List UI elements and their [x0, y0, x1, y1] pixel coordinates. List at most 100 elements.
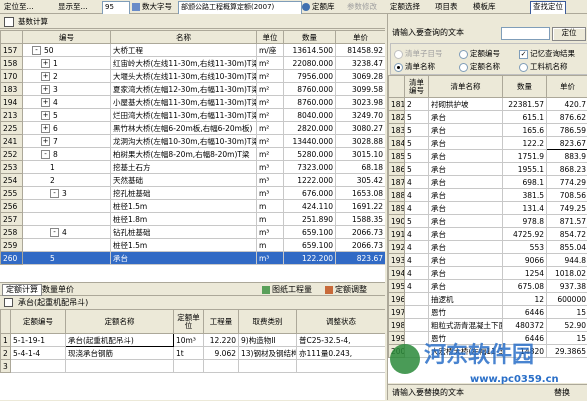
- quota-unit-cell[interactable]: [174, 360, 204, 373]
- bill-price-cell[interactable]: 944.8: [547, 254, 587, 267]
- col-adjust-header[interactable]: 调整状态: [297, 310, 386, 334]
- price-cell[interactable]: 3028.88: [336, 135, 386, 148]
- unit-cell[interactable]: m²: [257, 57, 284, 70]
- code-cell[interactable]: 5: [23, 252, 111, 265]
- show-to-button[interactable]: 显示至...: [56, 1, 90, 13]
- unit-cell[interactable]: m²: [257, 122, 284, 135]
- table-row[interactable]: 158+1红宙岭大桥(左线11-30m,右线11-30m)T梁m²22080.0…: [1, 57, 386, 70]
- work-qty-cell[interactable]: 12.220: [204, 334, 239, 347]
- bill-name-cell[interactable]: 承台: [429, 137, 503, 150]
- quota-select-button[interactable]: 定额选择: [388, 1, 422, 13]
- adjust-cell[interactable]: [297, 360, 386, 373]
- bill-name-cell[interactable]: 承台: [429, 124, 503, 137]
- fee-type-cell[interactable]: 13)钢材及钢结构: [239, 347, 297, 360]
- list-item[interactable]: 1954承台675.08937.38: [389, 280, 587, 293]
- price-cell[interactable]: 81458.92: [336, 44, 386, 57]
- list-item[interactable]: 197恩竹644615: [389, 306, 587, 319]
- col-code-header[interactable]: 编号: [23, 31, 111, 44]
- col-fee-type-header[interactable]: 取费类别: [239, 310, 297, 334]
- table-row[interactable]: 2605承台m³122.200823.67: [1, 252, 386, 265]
- quota-name-cell[interactable]: 现浇承台钢筋: [66, 347, 174, 360]
- bill-code-cell[interactable]: 5: [405, 150, 429, 163]
- opt-quota-name[interactable]: 定额名称: [459, 61, 500, 72]
- code-cell[interactable]: +2: [23, 70, 111, 83]
- bill-code-cell[interactable]: 4: [405, 228, 429, 241]
- bill-qty-cell[interactable]: 22381.57: [503, 98, 547, 111]
- col-bill-name-header[interactable]: 清单名称: [429, 76, 503, 98]
- name-cell[interactable]: 大桥工程: [111, 44, 257, 57]
- expand-icon[interactable]: +: [41, 59, 50, 68]
- col-bill-qty-header[interactable]: 数量: [503, 76, 547, 98]
- code-cell[interactable]: [23, 200, 111, 213]
- bill-price-cell[interactable]: 52.90: [547, 319, 587, 332]
- table-row[interactable]: 252-8柏树果大桥(左幅8-20m,右幅8-20m)T梁m²5280.0003…: [1, 148, 386, 161]
- scale-input[interactable]: 95: [102, 1, 130, 15]
- bill-price-cell[interactable]: 855.04: [547, 241, 587, 254]
- table-row[interactable]: 2542天然基础m³1222.000305.42: [1, 174, 386, 187]
- bill-code-cell[interactable]: 5: [405, 215, 429, 228]
- unit-cell[interactable]: m²: [257, 70, 284, 83]
- name-cell[interactable]: 挖孔桩基础: [111, 187, 257, 200]
- name-cell[interactable]: 龙洞沟大桥(左幅10-30m,右幅10-30m)T梁: [111, 135, 257, 148]
- opt-bill-name[interactable]: 清单名称: [394, 61, 435, 72]
- bill-qty-cell[interactable]: 122.2: [503, 137, 547, 150]
- qty-cell[interactable]: 424.110: [284, 200, 336, 213]
- qty-cell[interactable]: 1222.000: [284, 174, 336, 187]
- list-item[interactable]: 198粗粒式沥青混凝土下面层48037252.90: [389, 319, 587, 332]
- unit-cell[interactable]: m: [257, 200, 284, 213]
- code-cell[interactable]: +5: [23, 109, 111, 122]
- expand-icon[interactable]: +: [41, 124, 50, 133]
- table-row[interactable]: 15-1-19-1承台(起重机配吊斗)10m³12.2209)构造物II普C25…: [1, 334, 386, 347]
- quota-adjust-button[interactable]: 定额调整: [325, 285, 367, 295]
- qty-cell[interactable]: 5280.000: [284, 148, 336, 161]
- bill-name-cell[interactable]: 承台: [429, 150, 503, 163]
- list-item[interactable]: 1825承台615.1876.62: [389, 111, 587, 124]
- name-cell[interactable]: 桩径1.5m: [111, 200, 257, 213]
- code-cell[interactable]: 1: [23, 161, 111, 174]
- col-name-header[interactable]: 名称: [111, 31, 257, 44]
- col-bill-price-header[interactable]: 单价: [547, 76, 587, 98]
- bill-qty-cell[interactable]: 9066: [503, 254, 547, 267]
- find-locate-button[interactable]: 查找定位: [530, 1, 566, 15]
- collapse-icon[interactable]: -: [41, 150, 50, 159]
- col-quota-code-header[interactable]: 定额编号: [11, 310, 66, 334]
- bill-price-cell[interactable]: 774.29: [547, 176, 587, 189]
- price-cell[interactable]: 3238.47: [336, 57, 386, 70]
- collapse-icon[interactable]: -: [50, 189, 59, 198]
- bill-name-cell[interactable]: 承台: [429, 176, 503, 189]
- col-bill-code-header[interactable]: 清单编号: [405, 76, 429, 98]
- bill-qty-cell[interactable]: 165.6: [503, 124, 547, 137]
- bill-price-cell[interactable]: 823.67: [547, 137, 587, 150]
- price-cell[interactable]: 3099.58: [336, 83, 386, 96]
- opt-remember-results[interactable]: ✓记忆查询结果: [519, 48, 575, 59]
- search-input[interactable]: [501, 27, 550, 40]
- bill-price-cell[interactable]: 883.9: [547, 150, 587, 163]
- quota-library-select[interactable]: 部颁公路工程概算定额(2007): [178, 1, 302, 15]
- code-cell[interactable]: +7: [23, 135, 111, 148]
- code-cell[interactable]: +3: [23, 83, 111, 96]
- code-cell[interactable]: [23, 213, 111, 226]
- list-item[interactable]: 1944承台12541018.02: [389, 267, 587, 280]
- bill-name-cell[interactable]: 粗粒式沥青混凝土下面层: [429, 319, 503, 332]
- bill-name-cell[interactable]: 恩竹: [429, 306, 503, 319]
- bill-price-cell[interactable]: 854.72: [547, 228, 587, 241]
- col-qty-header[interactable]: 数量: [284, 31, 336, 44]
- bill-qty-cell[interactable]: 698.1: [503, 176, 547, 189]
- qty-cell[interactable]: 7956.000: [284, 70, 336, 83]
- name-cell[interactable]: 承台: [111, 252, 257, 265]
- table-row[interactable]: 170+2大堰头大桥(左线11-30m,右线10-30m)T梁m²7956.00…: [1, 70, 386, 83]
- table-row[interactable]: 259桩径1.5mm659.1002066.73: [1, 239, 386, 252]
- adjust-cell[interactable]: 普C25-32.5-4,: [297, 334, 386, 347]
- bill-code-cell[interactable]: 4: [405, 176, 429, 189]
- bill-qty-cell[interactable]: 480372: [503, 319, 547, 332]
- list-item[interactable]: 1855承台1751.9883.9: [389, 150, 587, 163]
- price-cell[interactable]: 68.18: [336, 161, 386, 174]
- work-qty-cell[interactable]: [204, 360, 239, 373]
- price-cell[interactable]: 1588.35: [336, 213, 386, 226]
- unit-cell[interactable]: m²: [257, 96, 284, 109]
- qty-cell[interactable]: 13614.500: [284, 44, 336, 57]
- bill-name-cell[interactable]: 承台: [429, 163, 503, 176]
- table-row[interactable]: 25-4-1-4现浇承台钢筋1t9.06213)钢材及钢结构亦111量0.243…: [1, 347, 386, 360]
- list-item[interactable]: 1874承台698.1774.29: [389, 176, 587, 189]
- collapse-icon[interactable]: -: [50, 228, 59, 237]
